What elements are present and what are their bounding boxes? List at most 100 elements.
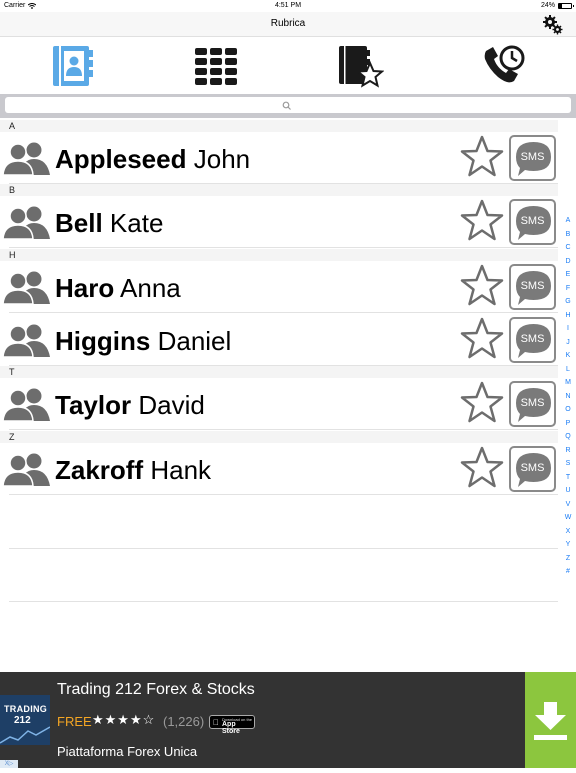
section-header-b: B <box>0 184 558 196</box>
address-book-icon <box>53 46 93 86</box>
sms-label: SMS <box>520 462 545 474</box>
contact-name: Higgins Daniel <box>55 326 231 357</box>
star-outline-icon[interactable] <box>459 198 505 244</box>
contact-first-name: Daniel <box>157 326 232 356</box>
download-arrow-icon <box>534 702 567 740</box>
index-letter[interactable]: G <box>560 295 576 309</box>
index-letter[interactable]: N <box>560 390 576 404</box>
index-letter[interactable]: S <box>560 457 576 471</box>
ad-logo-line1: TRADING <box>4 704 48 714</box>
star-outline-icon[interactable] <box>459 316 505 362</box>
sms-button[interactable]: SMS <box>509 317 556 363</box>
search-bar <box>0 94 576 118</box>
section-header-a: A <box>0 120 558 132</box>
tab-favorites[interactable] <box>335 41 385 91</box>
index-letter[interactable]: Y <box>560 538 576 552</box>
contact-name: Zakroff Hank <box>55 455 211 486</box>
index-letter[interactable]: P <box>560 417 576 431</box>
index-letter[interactable]: B <box>560 228 576 242</box>
ad-rating-stars: ★★★★☆ <box>92 712 156 727</box>
search-icon <box>282 101 291 110</box>
contact-name: Taylor David <box>55 390 205 421</box>
ad-rating-count: (1,226) <box>163 714 205 729</box>
sms-label: SMS <box>520 280 545 292</box>
contact-row[interactable]: Taylor David SMS <box>0 378 558 430</box>
contact-last-name: Higgins <box>55 326 151 356</box>
sms-button[interactable]: SMS <box>509 199 556 245</box>
index-letter[interactable]: T <box>560 471 576 485</box>
index-letter[interactable]: H <box>560 309 576 323</box>
sms-button[interactable]: SMS <box>509 381 556 427</box>
index-letter[interactable]: V <box>560 498 576 512</box>
contact-avatar-icon <box>2 452 51 487</box>
contact-first-name: Kate <box>109 208 164 238</box>
row-separator <box>9 312 558 313</box>
index-letter[interactable]: K <box>560 349 576 363</box>
index-letter[interactable]: O <box>560 403 576 417</box>
phone-clock-icon <box>484 45 525 83</box>
index-letter[interactable]: E <box>560 268 576 282</box>
contact-last-name: Appleseed <box>55 144 187 174</box>
contact-avatar-icon <box>2 141 51 176</box>
ad-subtitle: Piattaforma Forex Unica <box>57 744 198 759</box>
sms-button[interactable]: SMS <box>509 264 556 310</box>
navigation-bar: Rubrica <box>0 12 576 36</box>
contact-last-name: Taylor <box>55 390 132 420</box>
index-letter[interactable]: I <box>560 322 576 336</box>
index-letter[interactable]: L <box>560 363 576 377</box>
ad-banner[interactable]: TRADING 212 Trading 212 Forex & Stocks F… <box>0 672 576 768</box>
index-letter[interactable]: C <box>560 241 576 255</box>
contact-last-name: Zakroff <box>55 455 144 485</box>
tab-keypad[interactable] <box>191 41 241 91</box>
apple-icon:  <box>213 718 219 727</box>
contact-row[interactable]: Bell Kate SMS <box>0 196 558 248</box>
contact-name: Haro Anna <box>55 273 181 304</box>
app-store-badge[interactable]:  Download on the App Store <box>209 715 255 735</box>
contact-row[interactable]: Zakroff Hank SMS <box>0 443 558 495</box>
tab-contacts[interactable] <box>48 41 98 91</box>
index-letter[interactable]: D <box>560 255 576 269</box>
keypad-icon <box>195 48 237 85</box>
section-header-t: T <box>0 366 558 378</box>
index-letter[interactable]: A <box>560 214 576 228</box>
index-letter[interactable]: F <box>560 282 576 296</box>
ad-close-button[interactable]: X▷ <box>0 760 18 768</box>
sms-button[interactable]: SMS <box>509 135 556 181</box>
contact-avatar-icon <box>2 387 51 422</box>
index-letter[interactable]: R <box>560 444 576 458</box>
tab-bar <box>0 36 576 94</box>
index-letter[interactable]: Z <box>560 552 576 566</box>
index-letter[interactable]: M <box>560 376 576 390</box>
status-time: 4:51 PM <box>274 2 302 9</box>
index-letter[interactable]: U <box>560 484 576 498</box>
star-outline-icon[interactable] <box>459 445 505 491</box>
contact-avatar-icon <box>2 323 51 358</box>
section-index[interactable]: A B C D E F G H I J K L M N O P Q R S T U V W X Y Z # <box>560 214 576 579</box>
section-header-z: Z <box>0 431 558 443</box>
index-letter[interactable]: # <box>560 565 576 579</box>
star-outline-icon[interactable] <box>459 263 505 309</box>
index-letter[interactable]: J <box>560 336 576 350</box>
contact-row[interactable]: Haro Anna SMS <box>0 261 558 313</box>
star-outline-icon[interactable] <box>459 134 505 180</box>
ad-logo: TRADING 212 <box>0 695 50 745</box>
contact-row[interactable]: Appleseed John SMS <box>0 132 558 184</box>
section-header-h: H <box>0 249 558 261</box>
index-letter[interactable]: Q <box>560 430 576 444</box>
index-letter[interactable]: X <box>560 525 576 539</box>
row-separator <box>9 247 558 248</box>
sms-label: SMS <box>520 215 545 227</box>
page-title: Rubrica <box>270 18 306 29</box>
index-letter[interactable]: W <box>560 511 576 525</box>
badge-line2: App Store <box>222 721 240 735</box>
contact-avatar-icon <box>2 270 51 305</box>
contact-row[interactable]: Higgins Daniel SMS <box>0 314 558 366</box>
ad-download-button[interactable] <box>525 672 576 768</box>
gear-icon[interactable] <box>542 14 564 36</box>
ad-price: FREE <box>57 714 92 729</box>
contact-name: Appleseed John <box>55 144 250 175</box>
tab-recents[interactable] <box>479 41 529 91</box>
empty-row-separator <box>9 601 558 602</box>
sms-button[interactable]: SMS <box>509 446 556 492</box>
star-outline-icon[interactable] <box>459 380 505 426</box>
